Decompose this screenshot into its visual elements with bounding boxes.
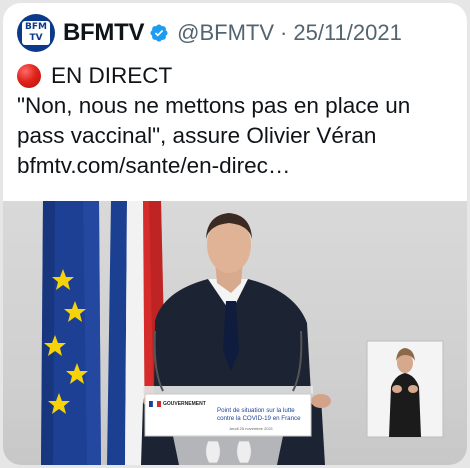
verified-badge-icon bbox=[150, 24, 168, 42]
eu-flag bbox=[41, 201, 101, 465]
author-handle[interactable]: @BFMTV bbox=[177, 20, 274, 46]
podium-line-1: Point de situation sur la lutte bbox=[217, 407, 295, 414]
bfmtv-logo-icon: BFM TV bbox=[22, 21, 50, 45]
author-name[interactable]: BFMTV bbox=[63, 19, 144, 47]
red-circle-icon bbox=[17, 64, 41, 88]
live-line: EN DIRECT bbox=[17, 61, 457, 91]
live-label: EN DIRECT bbox=[51, 63, 173, 88]
podium-brand: GOUVERNEMENT bbox=[163, 401, 206, 407]
tweet-date[interactable]: 25/11/2021 bbox=[293, 20, 401, 46]
podium-line-2: contre la COVID-19 en France bbox=[217, 415, 301, 422]
tweet-card[interactable]: BFM TV BFMTV @BFMTV · 25/11/2021 EN DIRE… bbox=[3, 3, 467, 465]
tweet-header: BFM TV BFMTV @BFMTV · 25/11/2021 bbox=[17, 13, 402, 53]
article-link[interactable]: bfmtv.com/sante/en-direc… bbox=[17, 151, 457, 181]
quote-line-2: pass vaccinal", assure Olivier Véran bbox=[17, 123, 377, 148]
sign-language-interpreter bbox=[366, 340, 444, 438]
quote-line-1: "Non, nous ne mettons pas en place un bbox=[17, 93, 411, 118]
podium-line-3: Jeudi 25 novembre 2021 bbox=[229, 426, 274, 431]
tweet-media-image[interactable]: GOUVERNEMENT Point de situation sur la l… bbox=[3, 201, 467, 465]
tweet-text: EN DIRECT "Non, nous ne mettons pas en p… bbox=[17, 61, 457, 181]
avatar[interactable]: BFM TV bbox=[17, 14, 55, 52]
separator: · bbox=[280, 20, 288, 45]
